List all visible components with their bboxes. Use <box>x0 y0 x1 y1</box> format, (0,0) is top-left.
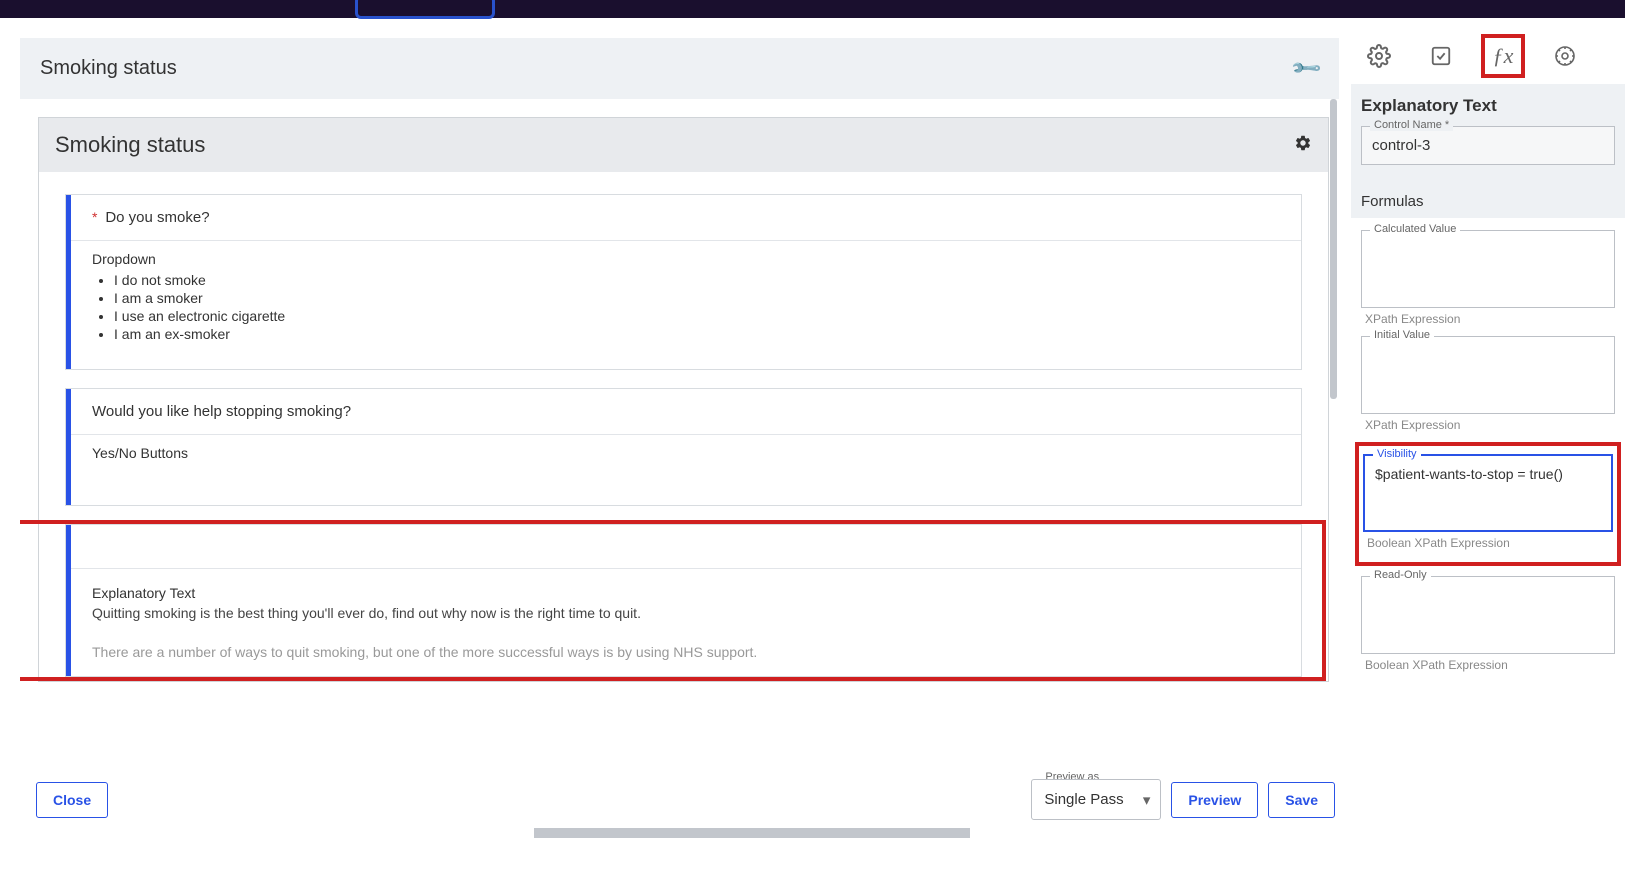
field-label: Would you like help stopping smoking? <box>92 403 351 420</box>
tab-validation[interactable] <box>1419 34 1463 78</box>
scrollbar-thumb[interactable] <box>1330 99 1337 399</box>
visibility-highlight: Visibility $patient-wants-to-stop = true… <box>1355 442 1621 566</box>
field-card-smoke-question[interactable]: * Do you smoke? Dropdown I do not smoke … <box>65 194 1302 370</box>
top-bar <box>0 0 1625 18</box>
field-type: Explanatory Text <box>92 585 1283 601</box>
formula-area: Calculated Value XPath Expression Initia… <box>1351 218 1625 686</box>
formulas-header: Formulas <box>1351 185 1625 218</box>
tab-formulas[interactable]: ƒx <box>1481 34 1525 78</box>
control-name-field[interactable]: Control Name * control-3 <box>1361 126 1615 165</box>
required-star: * <box>92 209 97 225</box>
vertical-scrollbar[interactable] <box>1330 99 1337 617</box>
readonly-label: Read-Only <box>1370 569 1431 581</box>
initial-value-help: XPath Expression <box>1365 418 1615 432</box>
section-title: Smoking status <box>55 132 205 158</box>
wrench-icon[interactable]: 🔧 <box>1289 51 1324 86</box>
selected-field-highlight: Explanatory Text Quitting smoking is the… <box>20 520 1326 681</box>
preview-as-select[interactable]: Single Pass <box>1031 779 1161 820</box>
initial-value-label: Initial Value <box>1370 329 1434 341</box>
visibility-help: Boolean XPath Expression <box>1367 536 1613 550</box>
readonly-help: Boolean XPath Expression <box>1365 658 1615 672</box>
preview-button[interactable]: Preview <box>1171 782 1258 818</box>
section-header: Smoking status <box>39 118 1328 172</box>
page-title: Smoking status <box>40 57 177 80</box>
explanatory-body: Explanatory Text Quitting smoking is the… <box>66 569 1301 676</box>
visibility-label: Visibility <box>1373 448 1421 460</box>
field-title-row: * Do you smoke? <box>66 195 1301 241</box>
option: I am a smoker <box>114 289 1283 307</box>
tab-settings[interactable] <box>1357 34 1401 78</box>
visibility-value: $patient-wants-to-stop = true() <box>1375 466 1601 482</box>
section-body: * Do you smoke? Dropdown I do not smoke … <box>39 172 1328 681</box>
calculated-value-help: XPath Expression <box>1365 312 1615 326</box>
preview-as-value: Single Pass <box>1044 791 1123 808</box>
calculated-value-label: Calculated Value <box>1370 223 1460 235</box>
outer-header: Smoking status 🔧 <box>20 38 1339 99</box>
main-column: Smoking status 🔧 Smoking status * Do you… <box>0 18 1339 838</box>
explanatory-text-cut: There are a number of ways to quit smoki… <box>92 644 1283 660</box>
topbar-highlight <box>355 0 495 19</box>
option: I do not smoke <box>114 271 1283 289</box>
close-button[interactable]: Close <box>36 782 108 818</box>
tab-advanced[interactable] <box>1543 34 1587 78</box>
footer-right: Preview as Single Pass Preview Save <box>1031 779 1335 820</box>
field-title-row: Would you like help stopping smoking? <box>66 389 1301 435</box>
field-body: Dropdown I do not smoke I am a smoker I … <box>66 241 1301 369</box>
horizontal-scrollbar[interactable] <box>20 828 1339 838</box>
explanatory-text: Quitting smoking is the best thing you'l… <box>92 603 1283 624</box>
field-type: Yes/No Buttons <box>92 445 1283 461</box>
calculated-value-field[interactable]: Calculated Value <box>1361 230 1615 308</box>
control-name-label: Control Name * <box>1370 119 1453 131</box>
gear-icon[interactable] <box>1294 134 1312 157</box>
initial-value-field[interactable]: Initial Value <box>1361 336 1615 414</box>
field-title-row <box>66 525 1301 569</box>
field-card-help-question[interactable]: Would you like help stopping smoking? Ye… <box>65 388 1302 506</box>
field-card-explanatory[interactable]: Explanatory Text Quitting smoking is the… <box>65 524 1302 677</box>
visibility-field[interactable]: Visibility $patient-wants-to-stop = true… <box>1363 454 1613 532</box>
form-scroll-area: Smoking status * Do you smoke? Dropdown <box>20 99 1339 763</box>
section-box: Smoking status * Do you smoke? Dropdown <box>38 117 1329 682</box>
app-body: Smoking status 🔧 Smoking status * Do you… <box>0 18 1625 838</box>
field-type: Dropdown <box>92 251 1283 267</box>
sidebar-panel-title: Explanatory Text <box>1361 96 1615 116</box>
footer-bar: Close Preview as Single Pass Preview Sav… <box>20 763 1339 828</box>
control-name-value: control-3 <box>1372 137 1604 154</box>
sidebar-tabs: ƒx <box>1351 30 1625 84</box>
field-body: Yes/No Buttons <box>66 435 1301 505</box>
scrollbar-thumb[interactable] <box>534 828 969 838</box>
save-button[interactable]: Save <box>1268 782 1335 818</box>
sidebar-panel: Explanatory Text Control Name * control-… <box>1351 84 1625 185</box>
option: I use an electronic cigarette <box>114 307 1283 325</box>
sidebar: ƒx Explanatory Text Control Name * contr… <box>1339 18 1625 838</box>
dropdown-options: I do not smoke I am a smoker I use an el… <box>114 271 1283 343</box>
fx-icon: ƒx <box>1493 43 1514 69</box>
preview-as-select-wrap: Preview as Single Pass <box>1031 779 1161 820</box>
option: I am an ex-smoker <box>114 325 1283 343</box>
field-label: Do you smoke? <box>105 209 209 226</box>
readonly-field[interactable]: Read-Only <box>1361 576 1615 654</box>
